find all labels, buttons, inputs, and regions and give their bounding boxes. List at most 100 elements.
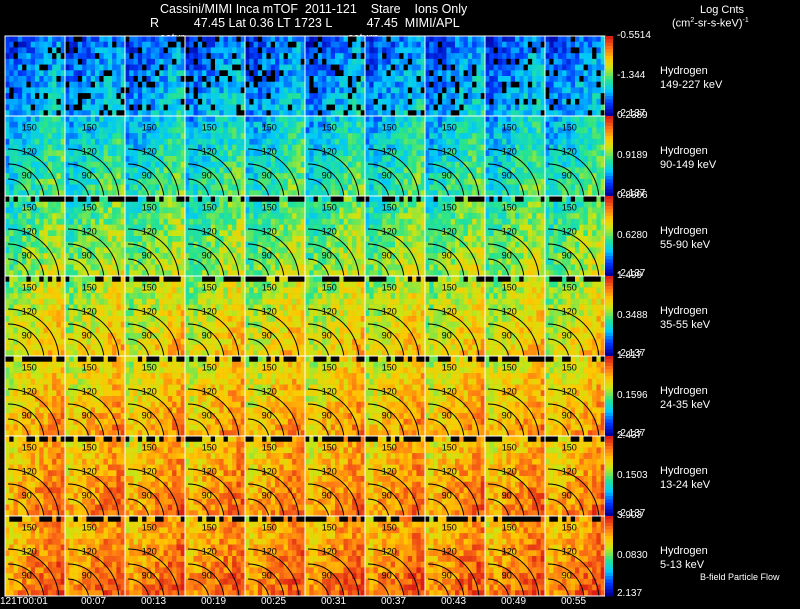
heatmap-cell (292, 70, 297, 77)
heatmap-cell (442, 133, 447, 140)
heatmap-cell (245, 144, 250, 151)
heatmap-cell (249, 36, 254, 43)
heatmap-cell (279, 76, 284, 83)
heatmap-cell (425, 76, 430, 83)
heatmap-cell (52, 184, 57, 191)
heatmap-cell (193, 167, 199, 174)
heatmap-cell (390, 110, 396, 117)
heatmap-cell (193, 116, 199, 123)
heatmap-cell (215, 53, 220, 60)
heatmap-cell (176, 207, 182, 214)
heatmap-cell (557, 93, 563, 100)
contour-label: 120 (562, 146, 577, 156)
heatmap-cell (523, 110, 529, 117)
heatmap-cell (365, 150, 370, 157)
heatmap-cell (369, 116, 374, 123)
heatmap-cell (90, 133, 96, 140)
heatmap-cell (129, 98, 134, 105)
heatmap-cell (202, 116, 207, 123)
heatmap-cell (352, 150, 357, 157)
colorbar-segment (605, 119, 613, 124)
heatmap-cell (412, 161, 417, 168)
heatmap-cell (90, 104, 96, 111)
heatmap-cell (497, 87, 503, 94)
heatmap-cell (202, 47, 207, 54)
heatmap-panel (304, 35, 366, 117)
heatmap-cell (557, 104, 563, 111)
heatmap-cell (583, 81, 589, 88)
heatmap-cell (510, 133, 516, 140)
heatmap-cell (35, 241, 40, 248)
heatmap-cell (193, 110, 199, 117)
heatmap-cell (575, 167, 580, 174)
heatmap-cell (592, 150, 597, 157)
heatmap-cell (476, 47, 482, 54)
heatmap-cell (77, 47, 83, 54)
heatmap-cell (425, 144, 430, 151)
colorbar-segment (605, 126, 613, 130)
heatmap-cell (343, 190, 349, 197)
heatmap-cell (219, 98, 224, 105)
heatmap-cell (549, 121, 554, 128)
heatmap-cell (9, 36, 14, 43)
heatmap-cell (249, 184, 254, 191)
heatmap-cell (95, 110, 100, 117)
heatmap-cell (472, 116, 477, 123)
heatmap-cell (223, 190, 229, 197)
heatmap-cell (330, 87, 336, 94)
heatmap-cell (476, 138, 482, 145)
heatmap-cell (442, 41, 447, 48)
heatmap-cell (107, 47, 113, 54)
heatmap-cell (47, 110, 53, 117)
heatmap-cell (485, 190, 490, 197)
heatmap-panel (364, 35, 426, 117)
heatmap-cell (163, 70, 169, 77)
heatmap-cell (287, 58, 293, 65)
heatmap-cell (197, 213, 203, 220)
heatmap-cell (22, 116, 27, 123)
heatmap-cell (159, 207, 164, 214)
heatmap-cell (245, 150, 250, 157)
heatmap-cell (185, 190, 190, 197)
heatmap-cell (317, 184, 323, 191)
heatmap-cell (390, 64, 396, 71)
heatmap-cell (103, 36, 109, 43)
heatmap-cell (52, 36, 57, 43)
heatmap-cell (17, 218, 23, 225)
heatmap-cell (95, 93, 100, 100)
heatmap-cell (73, 98, 79, 105)
heatmap-cell (99, 247, 104, 254)
heatmap-cell (56, 138, 62, 145)
heatmap-cell (373, 150, 379, 157)
heatmap-cell (262, 218, 267, 225)
heatmap-cell (52, 47, 57, 54)
heatmap-cell (5, 190, 10, 197)
heatmap-cell (9, 104, 14, 111)
heatmap-cell (56, 76, 62, 83)
heatmap-cell (219, 173, 224, 180)
heatmap-cell (206, 98, 212, 105)
heatmap-cell (335, 64, 340, 71)
heatmap-cell (253, 247, 259, 254)
heatmap-cell (463, 173, 469, 180)
heatmap-cell (592, 190, 597, 197)
heatmap-cell (159, 138, 164, 145)
heatmap-cell (455, 36, 460, 43)
heatmap-cell (185, 213, 190, 220)
heatmap-cell (506, 70, 512, 77)
heatmap-cell (510, 190, 516, 197)
heatmap-cell (467, 93, 473, 100)
heatmap-cell (536, 150, 542, 157)
colorbar-segment (605, 182, 613, 187)
heatmap-cell (86, 58, 92, 65)
heatmap-cell (56, 178, 62, 185)
heatmap-panel: 15012090 (4, 115, 66, 201)
heatmap-cell (523, 144, 529, 151)
heatmap-cell (56, 247, 62, 254)
heatmap-cell (206, 104, 212, 111)
heatmap-cell (142, 218, 147, 225)
heatmap-cell (47, 127, 53, 134)
heatmap-cell (549, 41, 554, 48)
heatmap-cell (570, 93, 576, 100)
heatmap-cell (210, 41, 216, 48)
